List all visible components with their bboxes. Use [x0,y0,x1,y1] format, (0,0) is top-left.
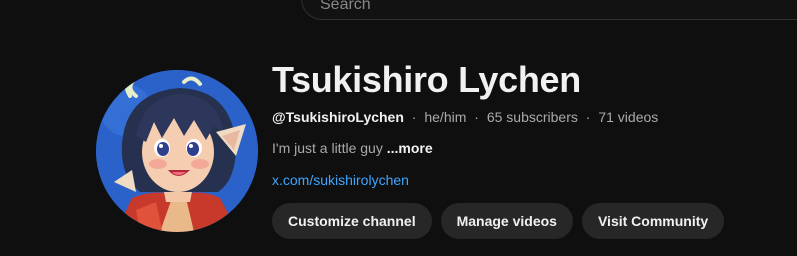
channel-description[interactable]: I'm just a little guy ...more [272,139,433,157]
channel-handle: @TsukishiroLychen [272,109,404,125]
description-text: I'm just a little guy [272,140,383,156]
channel-meta: @TsukishiroLychen · he/him · 65 subscrib… [272,108,658,126]
search-input[interactable] [318,0,722,17]
visit-community-button[interactable]: Visit Community [581,203,725,239]
channel-avatar-image [96,70,258,232]
channel-pronouns: he/him [424,109,467,125]
meta-separator: · [474,109,479,125]
channel-avatar[interactable] [96,70,258,232]
channel-header: Tsukishiro Lychen @TsukishiroLychen · he… [0,0,797,256]
subscriber-count: 65 subscribers [486,109,578,125]
channel-external-link[interactable]: x.com/sukishirolychen [272,171,409,189]
search-bar[interactable] [301,0,797,20]
video-count: 71 videos [598,109,659,125]
manage-videos-button[interactable]: Manage videos [440,203,573,239]
meta-separator: · [411,109,417,125]
channel-actions: Customize channel Manage videos Visit Co… [272,203,725,239]
customize-channel-button[interactable]: Customize channel [272,203,432,239]
channel-title: Tsukishiro Lychen [272,59,581,100]
meta-separator: · [585,109,591,125]
more-link[interactable]: ...more [387,140,433,156]
